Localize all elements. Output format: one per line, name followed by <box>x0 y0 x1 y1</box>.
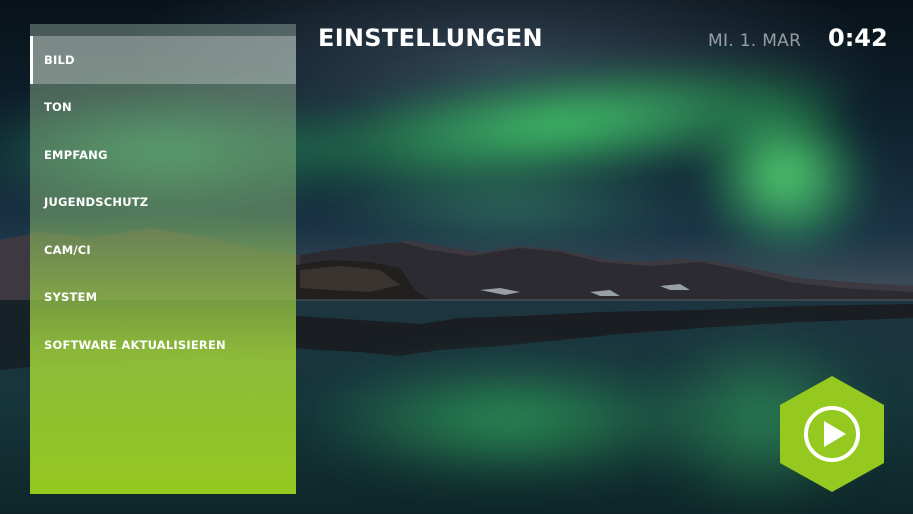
menu-item-empfang[interactable]: EMPFANG <box>30 131 296 179</box>
page-title: EINSTELLUNGEN <box>318 24 543 52</box>
menu-item-ton[interactable]: TON <box>30 84 296 132</box>
settings-menu-panel: BILD TON EMPFANG JUGENDSCHUTZ CAM/CI SYS… <box>30 24 296 494</box>
settings-menu: BILD TON EMPFANG JUGENDSCHUTZ CAM/CI SYS… <box>30 36 296 369</box>
hexagon-shape <box>780 376 884 492</box>
menu-item-system[interactable]: SYSTEM <box>30 274 296 322</box>
menu-item-jugendschutz[interactable]: JUGENDSCHUTZ <box>30 179 296 227</box>
menu-item-bild[interactable]: BILD <box>30 36 296 84</box>
play-button[interactable] <box>777 374 887 494</box>
menu-item-cam-ci[interactable]: CAM/CI <box>30 226 296 274</box>
menu-item-software-aktualisieren[interactable]: SOFTWARE AKTUALISIEREN <box>30 321 296 369</box>
clock-display: 0:42 <box>828 24 888 52</box>
date-display: MI. 1. MAR <box>708 31 802 51</box>
